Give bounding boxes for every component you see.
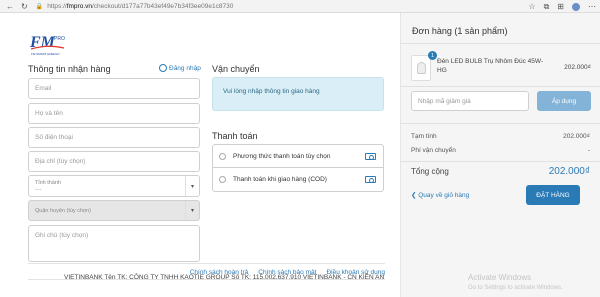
name-placeholder: Họ và tên xyxy=(35,110,63,117)
fmpro-logo[interactable]: FM PRO FM SMART ENERGY xyxy=(28,30,80,57)
product-price: 202.000₫ xyxy=(564,64,591,71)
bulb-icon xyxy=(417,62,426,74)
browser-toolbar: ← ↻ 🔒 https:// fmpro.vn /checkout/d177a7… xyxy=(0,0,600,13)
note-placeholder: Ghi chú (tùy chọn) xyxy=(35,232,89,239)
order-title: Đơn hàng (1 sản phẩm) xyxy=(412,26,508,36)
subtotal-row: Tạm tính 202.000₫ xyxy=(411,133,590,140)
shipping-fee-value: - xyxy=(587,147,590,154)
shipping-info-title: Thông tin nhận hàng xyxy=(28,64,111,74)
product-thumbnail xyxy=(411,55,431,81)
province-select[interactable]: Tỉnh thành --- ▾ xyxy=(28,175,200,197)
browser-tools: ☆ ⧉ ⊞ ⋯ xyxy=(528,0,596,13)
subtotal-value: 202.000₫ xyxy=(563,133,590,140)
chevron-down-icon: ▾ xyxy=(185,176,199,196)
phone-field[interactable]: Số điện thoại xyxy=(28,127,200,148)
more-icon[interactable]: ⋯ xyxy=(588,2,596,11)
checkout-main: FM PRO FM SMART ENERGY Thông tin nhận hà… xyxy=(28,13,385,297)
chevron-down-icon: ▾ xyxy=(185,201,199,220)
login-link[interactable]: Đăng nhập xyxy=(159,64,201,72)
payment-title: Thanh toán xyxy=(212,131,258,141)
windows-watermark-subtitle: Go to Settings to activate Windows. xyxy=(468,285,563,291)
collections-icon[interactable]: ⊞ xyxy=(557,2,564,11)
apply-coupon-button[interactable]: Áp dụng xyxy=(537,91,591,111)
order-summary: Đơn hàng (1 sản phẩm) 1 Đèn LED BULB Trụ… xyxy=(400,13,600,297)
svg-text:FM SMART ENERGY: FM SMART ENERGY xyxy=(31,52,60,56)
divider xyxy=(401,123,600,124)
quantity-badge: 1 xyxy=(428,51,437,60)
lock-icon: 🔒 xyxy=(35,3,44,10)
district-label: Quận huyện (tùy chọn) xyxy=(35,207,91,214)
shipping-title: Vận chuyển xyxy=(212,64,260,74)
extensions-icon[interactable]: ⧉ xyxy=(544,2,550,12)
subtotal-label: Tạm tính xyxy=(411,133,437,140)
total-row: Tổng cộng 202.000₫ xyxy=(411,166,590,177)
email-field[interactable]: Email xyxy=(28,78,200,99)
svg-text:PRO: PRO xyxy=(54,36,65,42)
url-scheme: https:// xyxy=(47,2,67,10)
reload-icon[interactable]: ↻ xyxy=(21,2,28,11)
province-value: --- xyxy=(35,185,42,193)
address-bar[interactable]: 🔒 https:// fmpro.vn /checkout/d177a77b43… xyxy=(36,3,234,10)
windows-watermark-title: Activate Windows xyxy=(468,273,532,282)
address-placeholder: Địa chỉ (tùy chọn) xyxy=(35,158,86,165)
url-path: /checkout/d177a77b43ef49e7b34f3ee09e1c87… xyxy=(92,2,234,10)
email-placeholder: Email xyxy=(35,85,52,92)
cash-icon xyxy=(365,153,376,160)
note-textarea[interactable]: Ghi chú (tùy chọn) xyxy=(28,225,200,262)
favorite-icon[interactable]: ☆ xyxy=(528,2,535,11)
address-field[interactable]: Địa chỉ (tùy chọn) xyxy=(28,151,200,172)
url-host: fmpro.vn xyxy=(66,2,92,10)
radio-button[interactable] xyxy=(219,152,226,160)
login-label: Đăng nhập xyxy=(169,64,201,72)
total-label: Tổng cộng xyxy=(411,167,449,176)
divider xyxy=(401,161,600,162)
bank-info: VIETINBANK Tên TK: CÔNG TY TNHH KAOTIE G… xyxy=(64,274,385,281)
radio-button[interactable] xyxy=(219,176,226,183)
browser-nav: ← ↻ xyxy=(0,2,28,11)
divider xyxy=(28,263,385,264)
divider xyxy=(401,43,600,44)
shipping-notice: Vui lòng nhập thông tin giao hàng xyxy=(212,77,384,111)
back-icon[interactable]: ← xyxy=(6,2,14,11)
coupon-placeholder: Nhập mã giảm giá xyxy=(418,97,471,105)
shipping-fee-label: Phí vận chuyển xyxy=(411,147,456,154)
name-field[interactable]: Họ và tên xyxy=(28,103,200,124)
shipping-fee-row: Phí vận chuyển - xyxy=(411,147,590,154)
coupon-input[interactable]: Nhập mã giảm giá xyxy=(411,91,529,111)
profile-avatar[interactable] xyxy=(572,2,580,11)
payment-option-label: Phương thức thanh toán tùy chọn xyxy=(233,152,331,160)
payment-option-custom[interactable]: Phương thức thanh toán tùy chọn xyxy=(212,144,384,168)
cash-icon xyxy=(365,176,376,183)
place-order-button[interactable]: ĐẶT HÀNG xyxy=(526,185,580,205)
divider xyxy=(401,86,600,87)
payment-option-cod[interactable]: Thanh toán khi giao hàng (COD) xyxy=(212,168,384,192)
product-name: Đèn LED BULB Trụ Nhôm Đúc 45W-HG xyxy=(437,58,544,74)
user-icon xyxy=(159,64,167,72)
district-select: Quận huyện (tùy chọn) ▾ xyxy=(28,200,200,221)
phone-placeholder: Số điện thoại xyxy=(35,134,73,141)
total-value: 202.000₫ xyxy=(548,166,590,177)
back-to-cart-link[interactable]: ❮ Quay về giỏ hàng xyxy=(411,191,469,199)
payment-option-label: Thanh toán khi giao hàng (COD) xyxy=(233,176,327,183)
